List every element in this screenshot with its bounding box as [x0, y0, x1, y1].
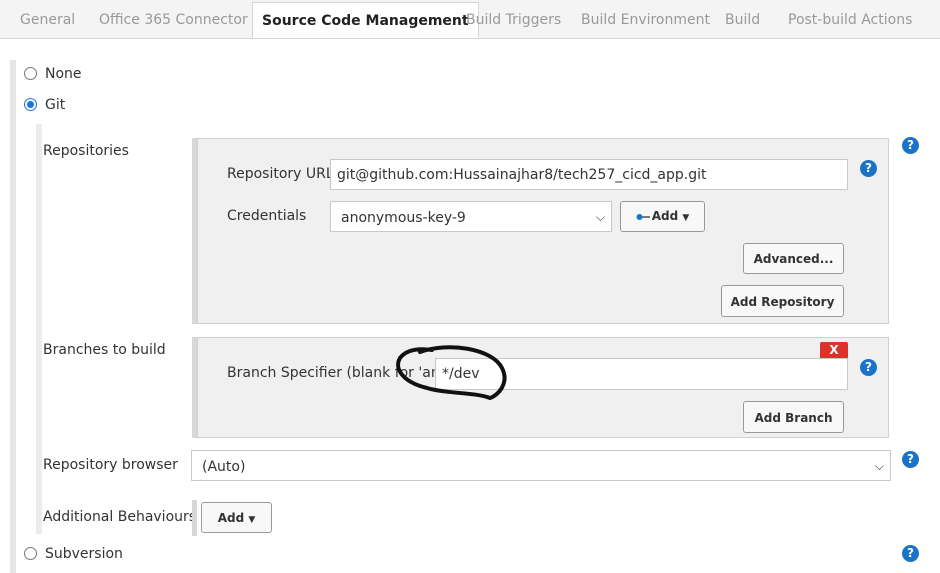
credentials-label: Credentials: [227, 208, 307, 224]
tab-general[interactable]: General: [20, 12, 75, 28]
repository-browser-select[interactable]: (Auto) ⌵: [191, 450, 891, 481]
repositories-label: Repositories: [43, 143, 129, 159]
help-icon[interactable]: ?: [902, 451, 919, 468]
chevron-down-icon: ⌵: [595, 210, 605, 224]
key-icon: [636, 213, 650, 220]
chevron-down-icon: ⌵: [874, 459, 884, 473]
radio-subversion-label[interactable]: Subversion: [45, 546, 123, 562]
caret-down-icon: ▼: [682, 213, 690, 223]
tab-bar: General Office 365 Connector Source Code…: [0, 0, 940, 39]
advanced-button[interactable]: Advanced...: [743, 243, 844, 274]
delete-branch-button[interactable]: X: [820, 342, 848, 359]
repository-browser-value: (Auto): [202, 459, 246, 475]
repository-browser-label: Repository browser: [43, 457, 178, 473]
add-branch-button[interactable]: Add Branch: [743, 401, 844, 433]
radio-git[interactable]: [24, 98, 37, 111]
tab-build-triggers[interactable]: Build Triggers: [466, 12, 561, 28]
add-behaviour-button[interactable]: Add ▼: [201, 502, 272, 533]
credentials-select[interactable]: anonymous-key-9 ⌵: [330, 201, 612, 232]
branches-to-build-label: Branches to build: [43, 342, 166, 358]
tab-build-environment[interactable]: Build Environment: [581, 12, 710, 28]
add-behaviour-label: Add: [217, 511, 245, 525]
radio-git-label[interactable]: Git: [45, 97, 65, 113]
help-icon[interactable]: ?: [902, 545, 919, 562]
help-icon[interactable]: ?: [902, 137, 919, 154]
git-indent-bar: [36, 124, 42, 534]
radio-subversion[interactable]: [24, 547, 37, 560]
caret-down-icon: ▼: [248, 515, 256, 525]
tab-build[interactable]: Build: [725, 12, 760, 28]
annotation-circle: [396, 345, 507, 400]
tab-source-code-management[interactable]: Source Code Management: [252, 2, 479, 38]
add-repository-button[interactable]: Add Repository: [721, 285, 844, 317]
repository-url-input[interactable]: git@github.com:Hussainajhar8/tech257_cic…: [330, 159, 848, 190]
credentials-value: anonymous-key-9: [341, 210, 466, 226]
additional-behaviours-label: Additional Behaviours: [43, 509, 197, 525]
add-credentials-button[interactable]: Add ▼: [620, 201, 705, 232]
tab-office-365-connector[interactable]: Office 365 Connector: [99, 12, 248, 28]
radio-none-label[interactable]: None: [45, 66, 82, 82]
section-indent-bar: [10, 60, 16, 573]
add-credentials-label: Add: [651, 209, 679, 223]
help-icon[interactable]: ?: [860, 359, 877, 376]
additional-panel-bar: [192, 500, 197, 536]
radio-none[interactable]: [24, 67, 37, 80]
repository-url-label: Repository URL: [227, 166, 334, 182]
tab-post-build-actions[interactable]: Post-build Actions: [788, 12, 912, 28]
help-icon[interactable]: ?: [860, 160, 877, 177]
